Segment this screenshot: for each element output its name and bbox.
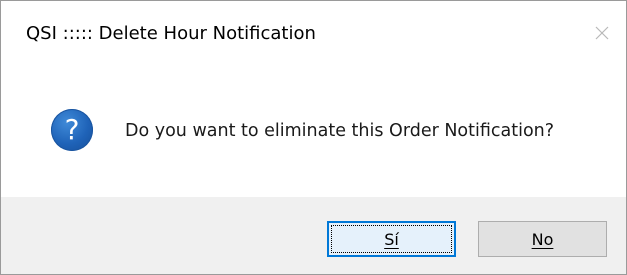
close-icon (595, 26, 609, 40)
no-button[interactable]: No (478, 221, 607, 257)
yes-button[interactable]: Sí (327, 221, 456, 257)
yes-button-label: Sí (384, 229, 399, 249)
dialog-content: ? Do you want to eliminate this Order No… (1, 65, 626, 197)
dialog-message: Do you want to eliminate this Order Noti… (125, 121, 555, 141)
question-icon-glyph: ? (64, 112, 80, 146)
title-bar: QSI ::::: Delete Hour Notification (1, 1, 626, 65)
question-icon: ? (51, 109, 93, 151)
window-title: QSI ::::: Delete Hour Notification (26, 23, 316, 44)
message-dialog: QSI ::::: Delete Hour Notification ? Do … (0, 0, 627, 275)
no-button-label: No (531, 229, 554, 249)
button-bar: Sí No (1, 197, 626, 274)
close-button[interactable] (578, 1, 626, 65)
